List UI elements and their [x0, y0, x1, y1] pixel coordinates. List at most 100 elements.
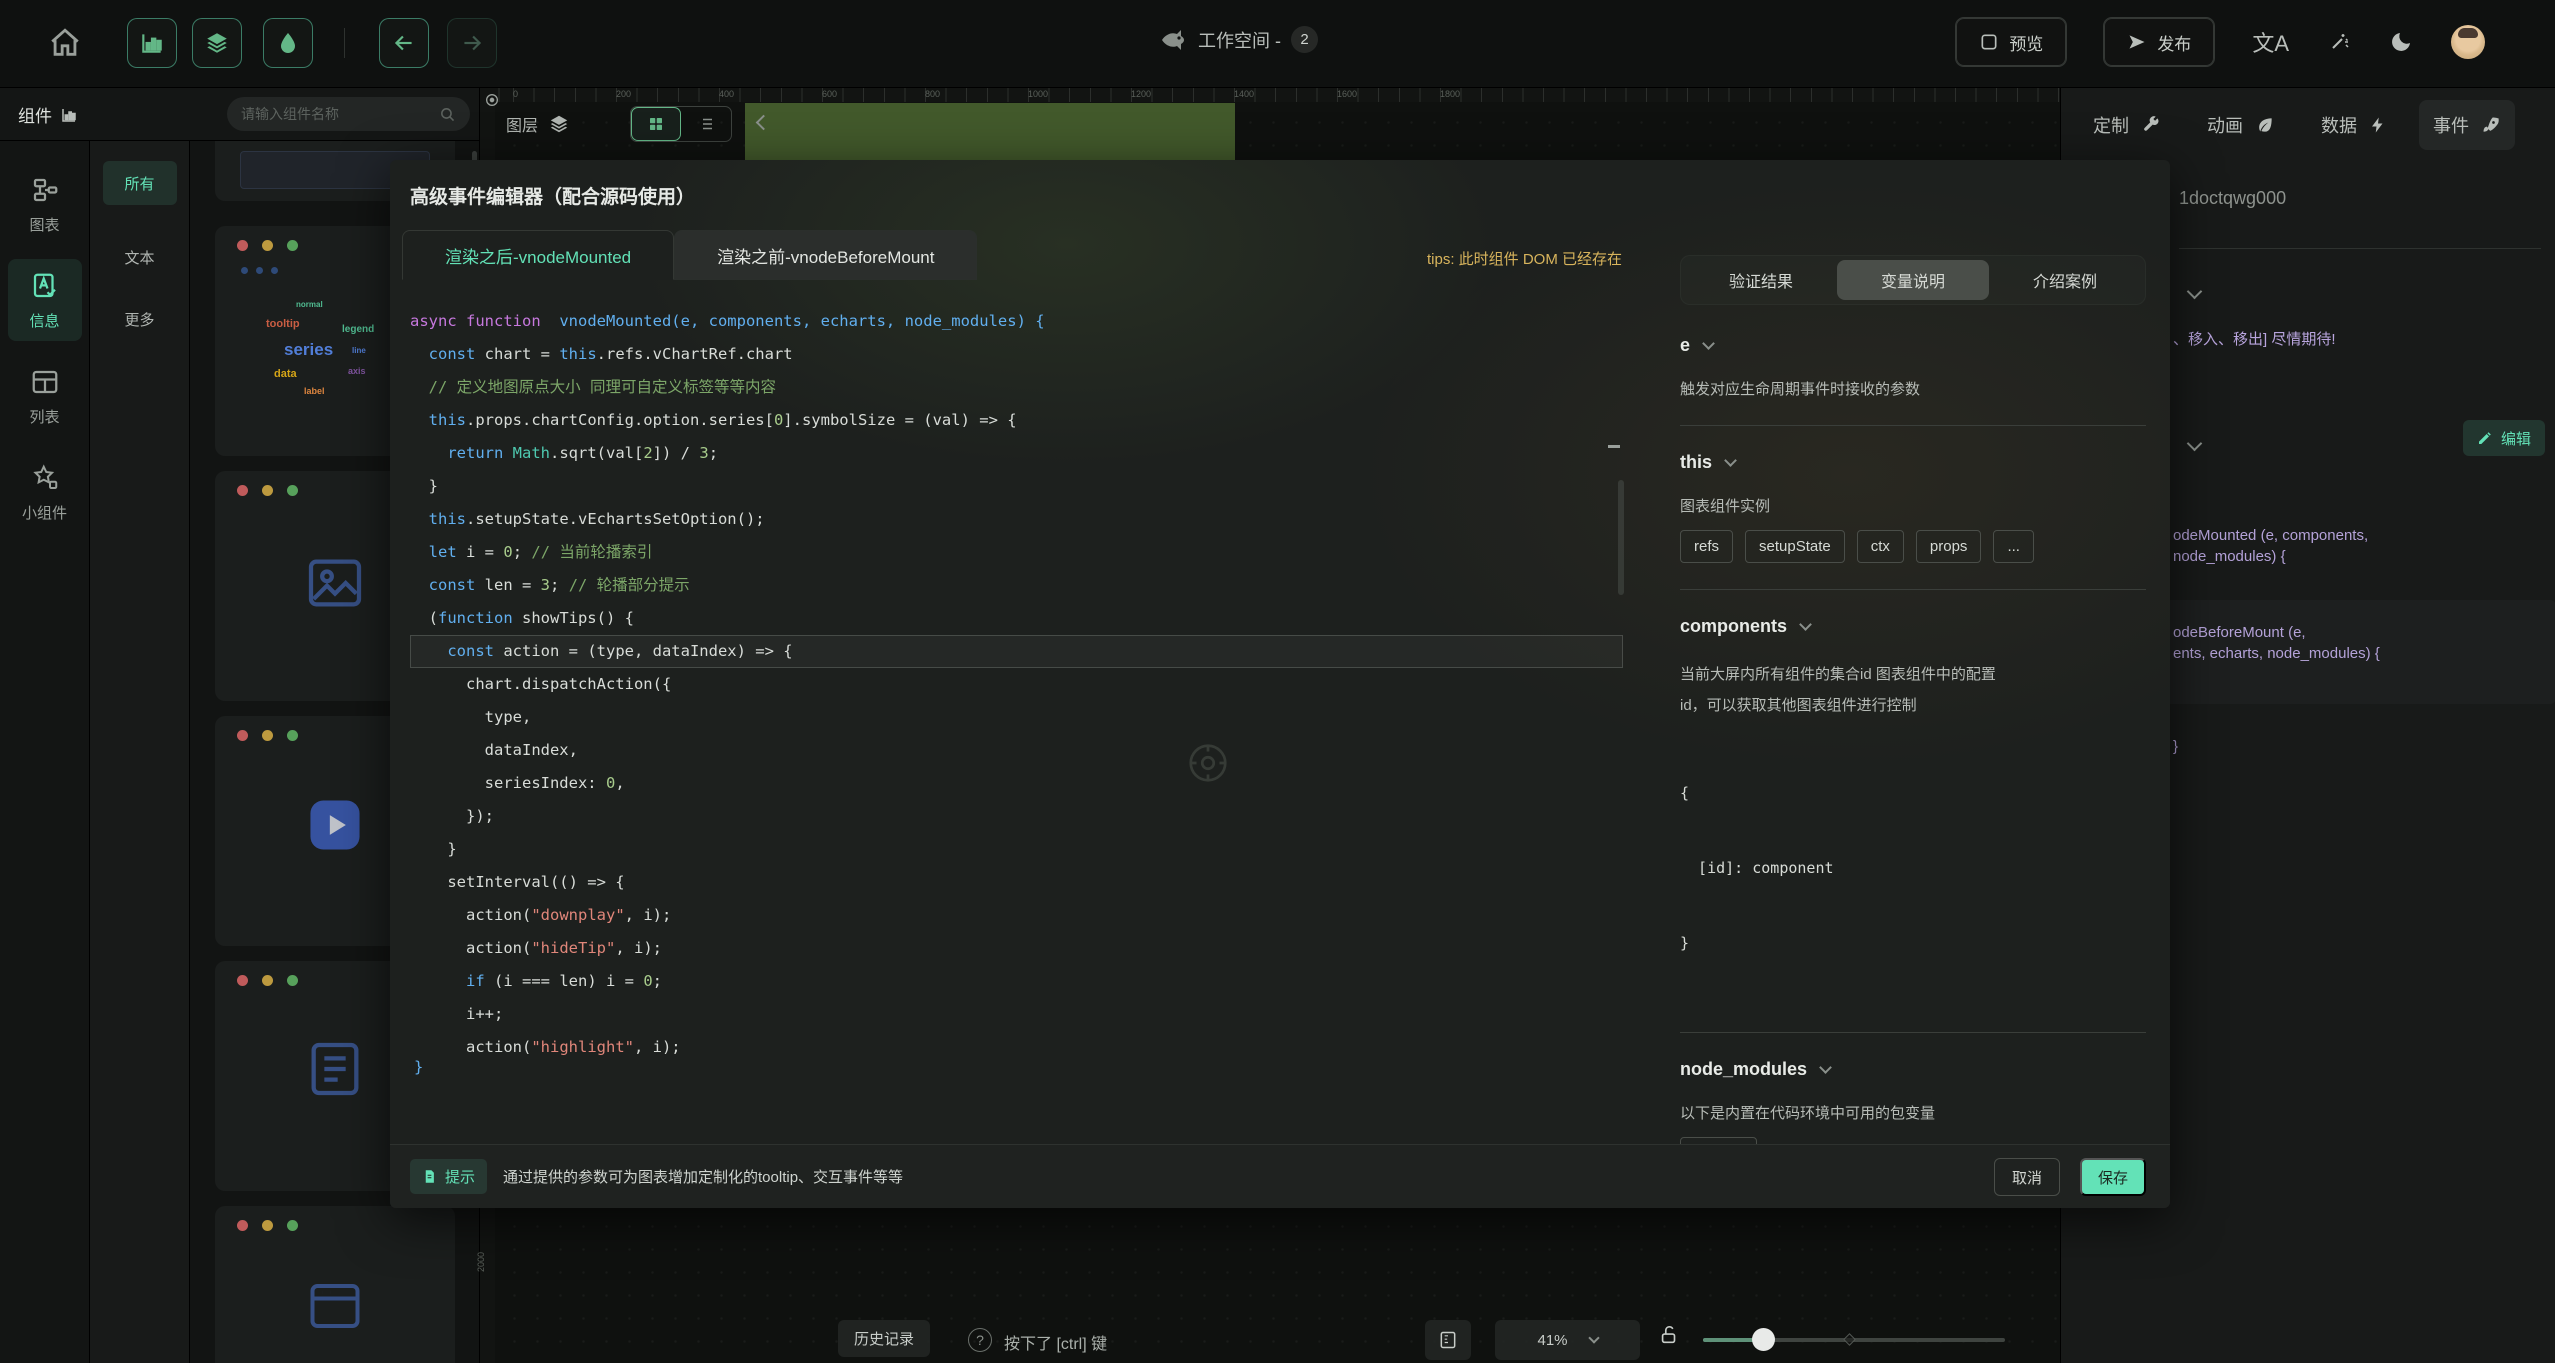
- ruler-corner-icon[interactable]: [484, 92, 500, 113]
- help-icon[interactable]: ?: [968, 1328, 992, 1352]
- component-search-input[interactable]: [241, 106, 439, 122]
- code-line[interactable]: setInterval(() => {: [410, 866, 1623, 899]
- theme-color-button[interactable]: [263, 18, 313, 68]
- chart-panel-toggle-button[interactable]: [127, 18, 177, 68]
- code-line[interactable]: // 定义地图原点大小 同理可自定义标签等等内容: [410, 371, 1623, 404]
- code-line[interactable]: i++;: [410, 998, 1623, 1031]
- section-e-header[interactable]: e: [1680, 335, 2146, 356]
- rail-item-list[interactable]: 列表: [8, 355, 82, 437]
- code-line[interactable]: const chart = this.refs.vChartRef.chart: [410, 338, 1623, 371]
- browser-window-icon: [1979, 32, 1999, 52]
- section-divider: [1680, 1032, 2146, 1033]
- code-line[interactable]: return Math.sqrt(val[2]) / 3;: [410, 437, 1623, 470]
- rail-item-widgets[interactable]: 小组件: [8, 451, 82, 533]
- grid-view-button[interactable]: [631, 107, 681, 141]
- table-icon: [30, 367, 60, 397]
- tab-customize[interactable]: 定制: [2079, 100, 2175, 150]
- document-icon: [422, 1169, 437, 1184]
- code-line[interactable]: const action = (type, dataIndex) => {: [410, 635, 1623, 668]
- rail-item-charts[interactable]: 图表: [8, 163, 82, 245]
- workspace-title: 工作空间 - 2: [1160, 26, 1318, 53]
- code-line[interactable]: chart.dispatchAction({: [410, 668, 1623, 701]
- code-line[interactable]: if (i === len) i = 0;: [410, 965, 1623, 998]
- home-icon[interactable]: [48, 26, 82, 65]
- chevron-down-icon: [1819, 1061, 1832, 1074]
- zoom-select[interactable]: 41%: [1495, 1320, 1640, 1360]
- tab-variable-docs[interactable]: 变量说明: [1837, 260, 1989, 300]
- section-this-header[interactable]: this: [1680, 452, 2146, 473]
- tag-refs[interactable]: refs: [1680, 530, 1733, 563]
- rocket-icon: [2481, 115, 2501, 135]
- edit-label: 编辑: [2501, 428, 2531, 449]
- publish-button[interactable]: 发布: [2104, 18, 2214, 66]
- workspace-label: 工作空间 -: [1198, 27, 1281, 53]
- tab-data[interactable]: 数据: [2307, 100, 2401, 150]
- save-button[interactable]: 保存: [2080, 1158, 2146, 1196]
- wordcloud-word: normal: [296, 300, 323, 309]
- user-avatar[interactable]: [2451, 25, 2485, 59]
- code-line[interactable]: this.setupState.vEchartsSetOption();: [410, 503, 1623, 536]
- history-button[interactable]: 历史记录: [838, 1320, 930, 1357]
- component-search: [227, 97, 470, 131]
- modal-docs-panel: 验证结果 变量说明 介绍案例 e 触发对应生命周期事件时接收的参数 this 图…: [1680, 255, 2146, 1170]
- category-tab-text[interactable]: 文本: [103, 235, 177, 279]
- search-icon[interactable]: [439, 106, 456, 123]
- code-line[interactable]: const len = 3; // 轮播部分提示: [410, 569, 1623, 602]
- code-line[interactable]: }: [410, 833, 1623, 866]
- collapse-chevron[interactable]: [2189, 436, 2200, 454]
- component-card-clipped[interactable]: [215, 1206, 455, 1363]
- tab-animation[interactable]: 动画: [2193, 100, 2289, 150]
- section-divider: [1680, 589, 2146, 590]
- cancel-button[interactable]: 取消: [1994, 1158, 2060, 1196]
- tab-events[interactable]: 事件: [2419, 100, 2515, 150]
- code-line[interactable]: let i = 0; // 当前轮播索引: [410, 536, 1623, 569]
- editor-scrollbar[interactable]: [1618, 480, 1624, 595]
- language-icon[interactable]: 文A: [2252, 26, 2289, 58]
- category-tab-all[interactable]: 所有: [103, 161, 177, 205]
- code-line[interactable]: action("highlight", i);: [410, 1031, 1623, 1057]
- publish-label: 发布: [2157, 30, 2191, 55]
- preview-button[interactable]: 预览: [1956, 18, 2066, 66]
- tag-ctx[interactable]: ctx: [1857, 530, 1904, 563]
- redo-button[interactable]: [447, 18, 497, 68]
- rail-item-info[interactable]: 信息: [8, 259, 82, 341]
- collapse-chevron[interactable]: [2189, 284, 2200, 302]
- code-line[interactable]: });: [410, 800, 1623, 833]
- code-line[interactable]: seriesIndex: 0,: [410, 767, 1623, 800]
- undo-button[interactable]: [379, 18, 429, 68]
- tag-props[interactable]: props: [1916, 530, 1982, 563]
- code-line[interactable]: action("downplay", i);: [410, 899, 1623, 932]
- section-components-header[interactable]: components: [1680, 616, 2146, 637]
- collapse-layers-button[interactable]: [758, 115, 769, 133]
- code-editor[interactable]: async function vnodeMounted(e, component…: [410, 305, 1623, 1057]
- code-line[interactable]: this.props.chartConfig.option.series[0].…: [410, 404, 1623, 437]
- zoom-slider[interactable]: [1703, 1338, 2005, 1342]
- panel-layout-button[interactable]: [1425, 1320, 1471, 1360]
- lightning-icon: [2369, 115, 2387, 135]
- edit-lifecycle-button[interactable]: 编辑: [2463, 420, 2545, 456]
- lock-toggle[interactable]: [1658, 1324, 1680, 1346]
- section-nodemodules-header[interactable]: node_modules: [1680, 1059, 2146, 1080]
- tab-vnode-beforemount[interactable]: 渲染之前-vnodeBeforeMount: [674, 230, 977, 280]
- code-line[interactable]: action("hideTip", i);: [410, 932, 1623, 965]
- tab-vnode-mounted[interactable]: 渲染之后-vnodeMounted: [402, 230, 674, 280]
- code-line[interactable]: async function vnodeMounted(e, component…: [410, 305, 1623, 338]
- code-line[interactable]: dataIndex,: [410, 734, 1623, 767]
- code-line[interactable]: type,: [410, 701, 1623, 734]
- tag-setupstate[interactable]: setupState: [1745, 530, 1845, 563]
- dark-mode-moon-icon[interactable]: [2389, 30, 2413, 54]
- code-line[interactable]: (function showTips() {: [410, 602, 1623, 635]
- config-tabs: 定制 动画 数据 事件: [2061, 100, 2555, 150]
- layers-icon: [548, 113, 570, 135]
- ruler-number: 1800: [1440, 89, 1460, 99]
- zoom-slider-thumb[interactable]: [1752, 1328, 1775, 1351]
- layers-panel-toggle-button[interactable]: [192, 18, 242, 68]
- category-tab-more[interactable]: 更多: [103, 297, 177, 341]
- code-line[interactable]: }: [410, 470, 1623, 503]
- tab-validation-result[interactable]: 验证结果: [1685, 260, 1837, 300]
- tag-ellipsis[interactable]: ...: [1993, 530, 2034, 563]
- list-view-button[interactable]: [681, 107, 731, 141]
- tab-intro-examples[interactable]: 介绍案例: [1989, 260, 2141, 300]
- wordcloud-word: series: [284, 340, 333, 360]
- magic-wand-icon[interactable]: [2327, 30, 2351, 54]
